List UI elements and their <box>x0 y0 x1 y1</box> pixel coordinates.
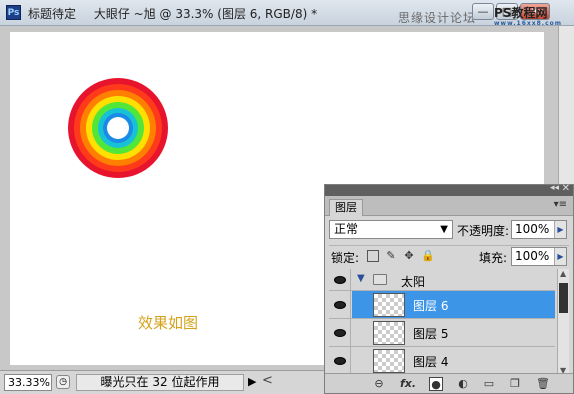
layer-name: 图层 5 <box>413 327 449 341</box>
doc-prefix: 标题待定 <box>28 7 77 21</box>
collapse-icon[interactable]: ◂◂ <box>550 183 559 193</box>
layer-name: 图层 4 <box>413 355 449 369</box>
visibility-eye-icon[interactable] <box>329 291 351 318</box>
layers-panel: ◂◂ ✕ 图层 ▾≡ 正常 ▼ 不透明度: 100% ▶ 锁定: ✎ ✥ 🔒 填… <box>324 183 574 394</box>
fill-label: 填充: <box>479 251 508 265</box>
layers-scrollbar[interactable]: ▲ ▼ <box>557 269 569 375</box>
blend-opacity-row: 正常 ▼ 不透明度: 100% ▶ <box>329 219 569 241</box>
lock-transparency-icon[interactable] <box>367 250 379 262</box>
opacity-label: 不透明度: <box>457 224 510 238</box>
lock-label: 锁定: <box>331 251 360 265</box>
status-menu-arrow[interactable]: ▶ <box>248 375 256 388</box>
visibility-eye-icon[interactable] <box>329 319 351 346</box>
layer-thumbnail <box>373 321 405 345</box>
photoshop-app-icon: Ps <box>6 5 21 20</box>
effect-caption: 效果如图 <box>138 314 199 332</box>
layer-row[interactable]: 图层 6 <box>329 291 555 319</box>
document-title: 大眼仔 ~旭 @ 33.3% (图层 6, RGB/8) * <box>93 7 318 21</box>
folder-icon[interactable]: ▭ <box>481 377 497 391</box>
lock-all-icon[interactable]: 🔒 <box>421 250 435 262</box>
title-bar: Ps 标题待定 大眼仔 ~旭 @ 33.3% (图层 6, RGB/8) * 思… <box>0 0 574 27</box>
panel-toolbar: ⊖ fx. ● ◐ ▭ ❐ 🗑 <box>325 373 573 393</box>
forum-label: 思缘设计论坛 <box>398 11 477 25</box>
tab-layers[interactable]: 图层 <box>329 199 363 216</box>
scroll-left-icon[interactable]: < <box>262 373 273 388</box>
group-name: 太阳 <box>401 275 426 289</box>
blend-mode-select[interactable]: 正常 ▼ <box>329 220 453 239</box>
visibility-eye-icon[interactable] <box>329 269 351 290</box>
fill-arrow-icon[interactable]: ▶ <box>554 248 566 265</box>
blend-mode-value: 正常 <box>334 222 359 236</box>
lock-brush-icon[interactable]: ✎ <box>385 250 397 262</box>
scroll-thumb[interactable] <box>559 283 568 313</box>
panel-header: ◂◂ ✕ <box>325 183 573 196</box>
fx-icon[interactable]: fx. <box>399 377 417 391</box>
layer-row[interactable]: 图层 4 <box>329 347 555 375</box>
chevron-down-icon: ▼ <box>440 224 448 235</box>
status-info-icon[interactable]: ◷ <box>56 375 70 389</box>
layer-thumbnail <box>373 293 405 317</box>
layer-name: 图层 6 <box>413 299 449 313</box>
watermark-logo: PS教程网 <box>494 6 548 20</box>
mask-icon[interactable]: ● <box>429 377 443 391</box>
expand-triangle-icon[interactable]: ▼ <box>357 273 365 284</box>
new-layer-icon[interactable]: ❐ <box>507 377 523 391</box>
layer-thumbnail <box>373 349 405 373</box>
ring-7 <box>107 117 129 139</box>
layer-row[interactable]: 图层 5 <box>329 319 555 347</box>
scroll-up-icon[interactable]: ▲ <box>560 269 566 278</box>
lock-move-icon[interactable]: ✥ <box>403 250 415 262</box>
layers-list: ▼ 太阳 图层 6 图层 5 图层 4 <box>329 269 555 375</box>
minimize-button[interactable]: — <box>472 3 494 20</box>
adjustment-icon[interactable]: ◐ <box>455 377 471 391</box>
panel-close-icon[interactable]: ✕ <box>562 183 570 194</box>
layer-group-row[interactable]: ▼ 太阳 <box>329 269 555 291</box>
lock-fill-row: 锁定: ✎ ✥ 🔒 填充: 100% ▶ <box>329 245 569 267</box>
opacity-value: 100% <box>515 222 550 236</box>
zoom-field[interactable]: 33.33% <box>4 374 52 391</box>
trash-icon[interactable]: 🗑 <box>535 377 551 391</box>
window-title: 标题待定 大眼仔 ~旭 @ 33.3% (图层 6, RGB/8) * <box>28 5 317 22</box>
folder-icon <box>373 274 387 285</box>
rainbow-rings-image <box>68 78 168 178</box>
panel-tab-row: 图层 ▾≡ <box>325 196 573 216</box>
link-icon[interactable]: ⊖ <box>371 377 387 391</box>
opacity-arrow-icon[interactable]: ▶ <box>554 221 566 238</box>
panel-menu-icon[interactable]: ▾≡ <box>554 199 567 210</box>
fill-field[interactable]: 100% ▶ <box>511 247 567 266</box>
visibility-eye-icon[interactable] <box>329 347 351 374</box>
status-message: 曝光只在 32 位起作用 <box>76 374 244 391</box>
fill-value: 100% <box>515 249 550 263</box>
opacity-field[interactable]: 100% ▶ <box>511 220 567 239</box>
